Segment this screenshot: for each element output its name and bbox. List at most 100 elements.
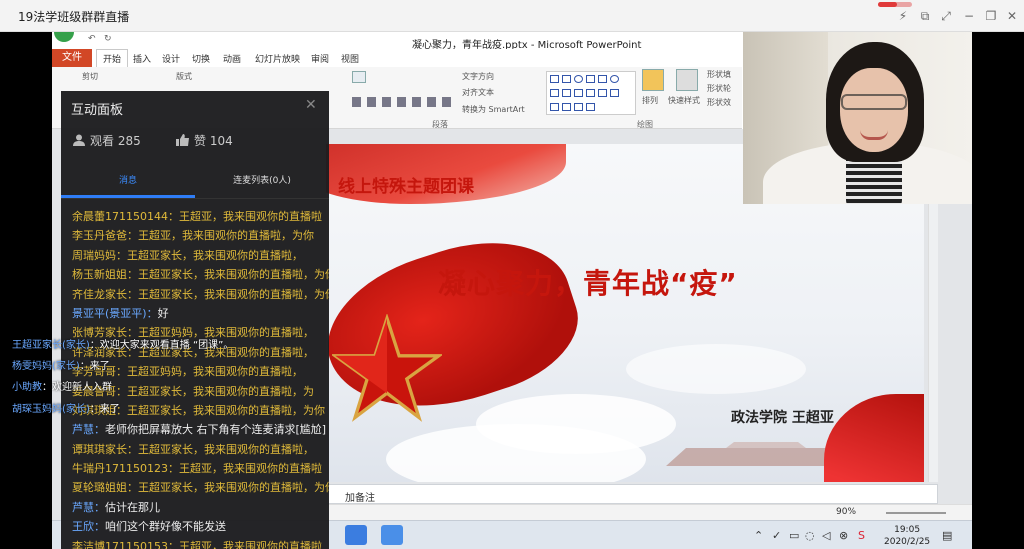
message-sender: 李洁博171150153： [72, 539, 179, 549]
lightning-icon[interactable]: ⚡ [894, 7, 912, 25]
font-size-up-icon[interactable] [352, 71, 366, 83]
message-sender: 夏轮璐姐姐： [72, 481, 138, 495]
undo-icon[interactable]: ↶ [88, 34, 98, 44]
like-count[interactable]: 赞 104 [176, 132, 233, 149]
notification-icon[interactable]: ▤ [942, 529, 952, 542]
message-sender: 杨玉新姐姐： [72, 268, 138, 282]
close-circle-icon[interactable]: ⊗ [839, 529, 848, 542]
view-count: 观看 285 [72, 132, 141, 149]
danmaku-sender: 王超亚家长(家长) [12, 340, 90, 351]
danmaku-text: ：来了 [79, 361, 110, 372]
tab-review[interactable]: 审阅 [311, 52, 329, 65]
tab-animations[interactable]: 动画 [223, 52, 241, 65]
danmaku-item: 杨雯妈妈(家长)：来了 [12, 357, 110, 372]
clock-date: 2020/2/25 [884, 537, 931, 547]
message-text: 估计在那儿 [105, 500, 160, 514]
panel-tabs: 消息 连麦列表(0人) [61, 169, 329, 199]
tab-home[interactable]: 开始 [96, 49, 129, 67]
message-item: 牛瑞丹171150123：王超亚，我来围观你的直播啦 [61, 459, 329, 478]
ppt-statusbar: 90% [326, 504, 972, 520]
message-item: 齐佳龙家长：王超亚家长，我来围观你的直播啦，为你 [61, 285, 329, 304]
message-sender: 李玉丹爸爸： [72, 229, 138, 243]
message-text: 王超亚，我来围观你的直播啦 [179, 539, 322, 549]
message-item: 芦慧：估计在那儿 [61, 498, 329, 517]
app-logo-icon [54, 32, 74, 42]
tab-view[interactable]: 视图 [341, 52, 359, 65]
chevron-up-icon[interactable]: ⌃ [754, 529, 763, 542]
tab-insert[interactable]: 插入 [133, 52, 151, 65]
notes-pane[interactable]: 加备注 [326, 484, 938, 504]
taskbar-app-icon[interactable] [345, 525, 367, 545]
like-count-label: 赞 104 [194, 134, 233, 148]
zoom-level[interactable]: 90% [836, 507, 856, 517]
message-text: 王超亚家长，我来围观你的直播啦，为你 [127, 403, 325, 417]
minimize-icon[interactable]: − [960, 7, 978, 25]
tab-transitions[interactable]: 切换 [192, 52, 210, 65]
restore-icon[interactable]: ❐ [982, 7, 1000, 25]
message-text: 好 [157, 306, 169, 320]
message-text: 王超亚家长，我来围观你的直播啦，为你 [138, 481, 329, 495]
shape-outline-button[interactable]: 形状轮 [707, 83, 731, 94]
message-item: 夏轮璐姐姐：王超亚家长，我来围观你的直播啦，为你 [61, 478, 329, 497]
viewer-icon [73, 134, 85, 146]
convert-smartart-button[interactable]: 转换为 SmartArt [462, 104, 525, 115]
layout-button[interactable]: 版式 [176, 71, 192, 82]
message-text: 王超亚家长，我来围观你的直播啦，为你 [138, 287, 329, 301]
tab-design[interactable]: 设计 [162, 52, 180, 65]
red-star-icon [332, 314, 442, 422]
shape-effects-button[interactable]: 形状效 [707, 97, 731, 108]
fullscreen-icon[interactable]: ⤢ [937, 7, 955, 25]
danmaku-text: ：欢迎大家来观看直播 “团课”。 [89, 340, 234, 351]
message-item: 李洁博171150153：王超亚，我来围观你的直播啦 [61, 537, 329, 549]
danmaku-item: 王超亚家长(家长)：欢迎大家来观看直播 “团课”。 [12, 336, 233, 351]
share-screen-icon[interactable]: ⧉ [916, 7, 934, 25]
arrange-button[interactable]: 排列 [642, 95, 658, 106]
quick-styles-button[interactable]: 快速样式 [668, 95, 700, 106]
thumbs-up-icon [176, 134, 189, 146]
redo-icon[interactable]: ↻ [104, 34, 114, 44]
danmaku-sender: 小助教 [12, 382, 42, 393]
message-text: 王超亚家长，我来围观你的直播啦，为你 [138, 268, 329, 282]
shapes-gallery[interactable] [546, 71, 636, 115]
cut-button[interactable]: 剪切 [82, 71, 98, 82]
message-item: 周瑞妈妈：王超亚家长，我来围观你的直播啦， [61, 246, 329, 265]
presenter-glasses [841, 94, 907, 110]
tab-messages[interactable]: 消息 [61, 173, 195, 186]
tab-slideshow[interactable]: 幻灯片放映 [255, 52, 300, 65]
slide-title: 凝心聚力，青年战“疫” [438, 267, 738, 300]
message-text: 王超亚妈妈，我来围观你的直播啦， [127, 365, 303, 379]
taskbar-app-icon[interactable] [381, 525, 403, 545]
message-item: 景亚平(景亚平)：好 [61, 304, 329, 323]
message-sender: 景亚平(景亚平)： [72, 306, 158, 320]
message-item: 李玉丹爸爸：王超亚，我来围观你的直播啦，为你 [61, 226, 329, 245]
cloud-decoration [626, 344, 806, 394]
shape-fill-button[interactable]: 形状填 [707, 69, 731, 80]
panel-title: 互动面板 [71, 103, 124, 118]
message-sender: 余晨蕾171150144： [72, 210, 179, 223]
paragraph-align-icons[interactable] [352, 97, 452, 107]
battery-icon[interactable]: ▭ [789, 529, 799, 542]
text-direction-button[interactable]: 文字方向 [462, 71, 494, 82]
arrange-icon[interactable] [642, 69, 664, 91]
taskbar-clock[interactable]: 19:05 2020/2/25 [884, 524, 930, 548]
input-method-icon[interactable]: S [858, 529, 865, 542]
network-icon[interactable]: ◌ [805, 529, 815, 542]
zoom-slider[interactable] [886, 512, 946, 514]
message-sender: 芦慧： [72, 423, 105, 437]
volume-icon[interactable]: ◁ [822, 529, 830, 542]
message-text: 老师你把屏幕放大 右下角有个连麦请求[尴尬] [105, 423, 327, 437]
presenter-webcam [743, 32, 972, 204]
message-sender: 芦慧： [72, 500, 105, 514]
ppt-menubar: 文件 开始 插入 设计 切换 动画 幻灯片放映 审阅 视图 [52, 49, 742, 67]
quick-styles-icon[interactable] [676, 69, 698, 91]
window-title: 19法学班级群群直播 [18, 10, 130, 24]
tab-mic-list[interactable]: 连麦列表(0人) [195, 173, 329, 186]
panel-close-icon[interactable]: ✕ [305, 97, 317, 113]
message-text: 王超亚，我来围观你的直播啦 [179, 210, 322, 223]
message-item: 芦慧：老师你把屏幕放大 右下角有个连麦请求[尴尬] [61, 420, 329, 439]
align-text-button[interactable]: 对齐文本 [462, 87, 494, 98]
tray-app-icon[interactable]: ✓ [772, 529, 781, 542]
close-icon[interactable]: ✕ [1003, 7, 1021, 25]
file-tab[interactable]: 文件 [52, 49, 92, 67]
message-item: 王欣：咱们这个群好像不能发送 [61, 517, 329, 536]
